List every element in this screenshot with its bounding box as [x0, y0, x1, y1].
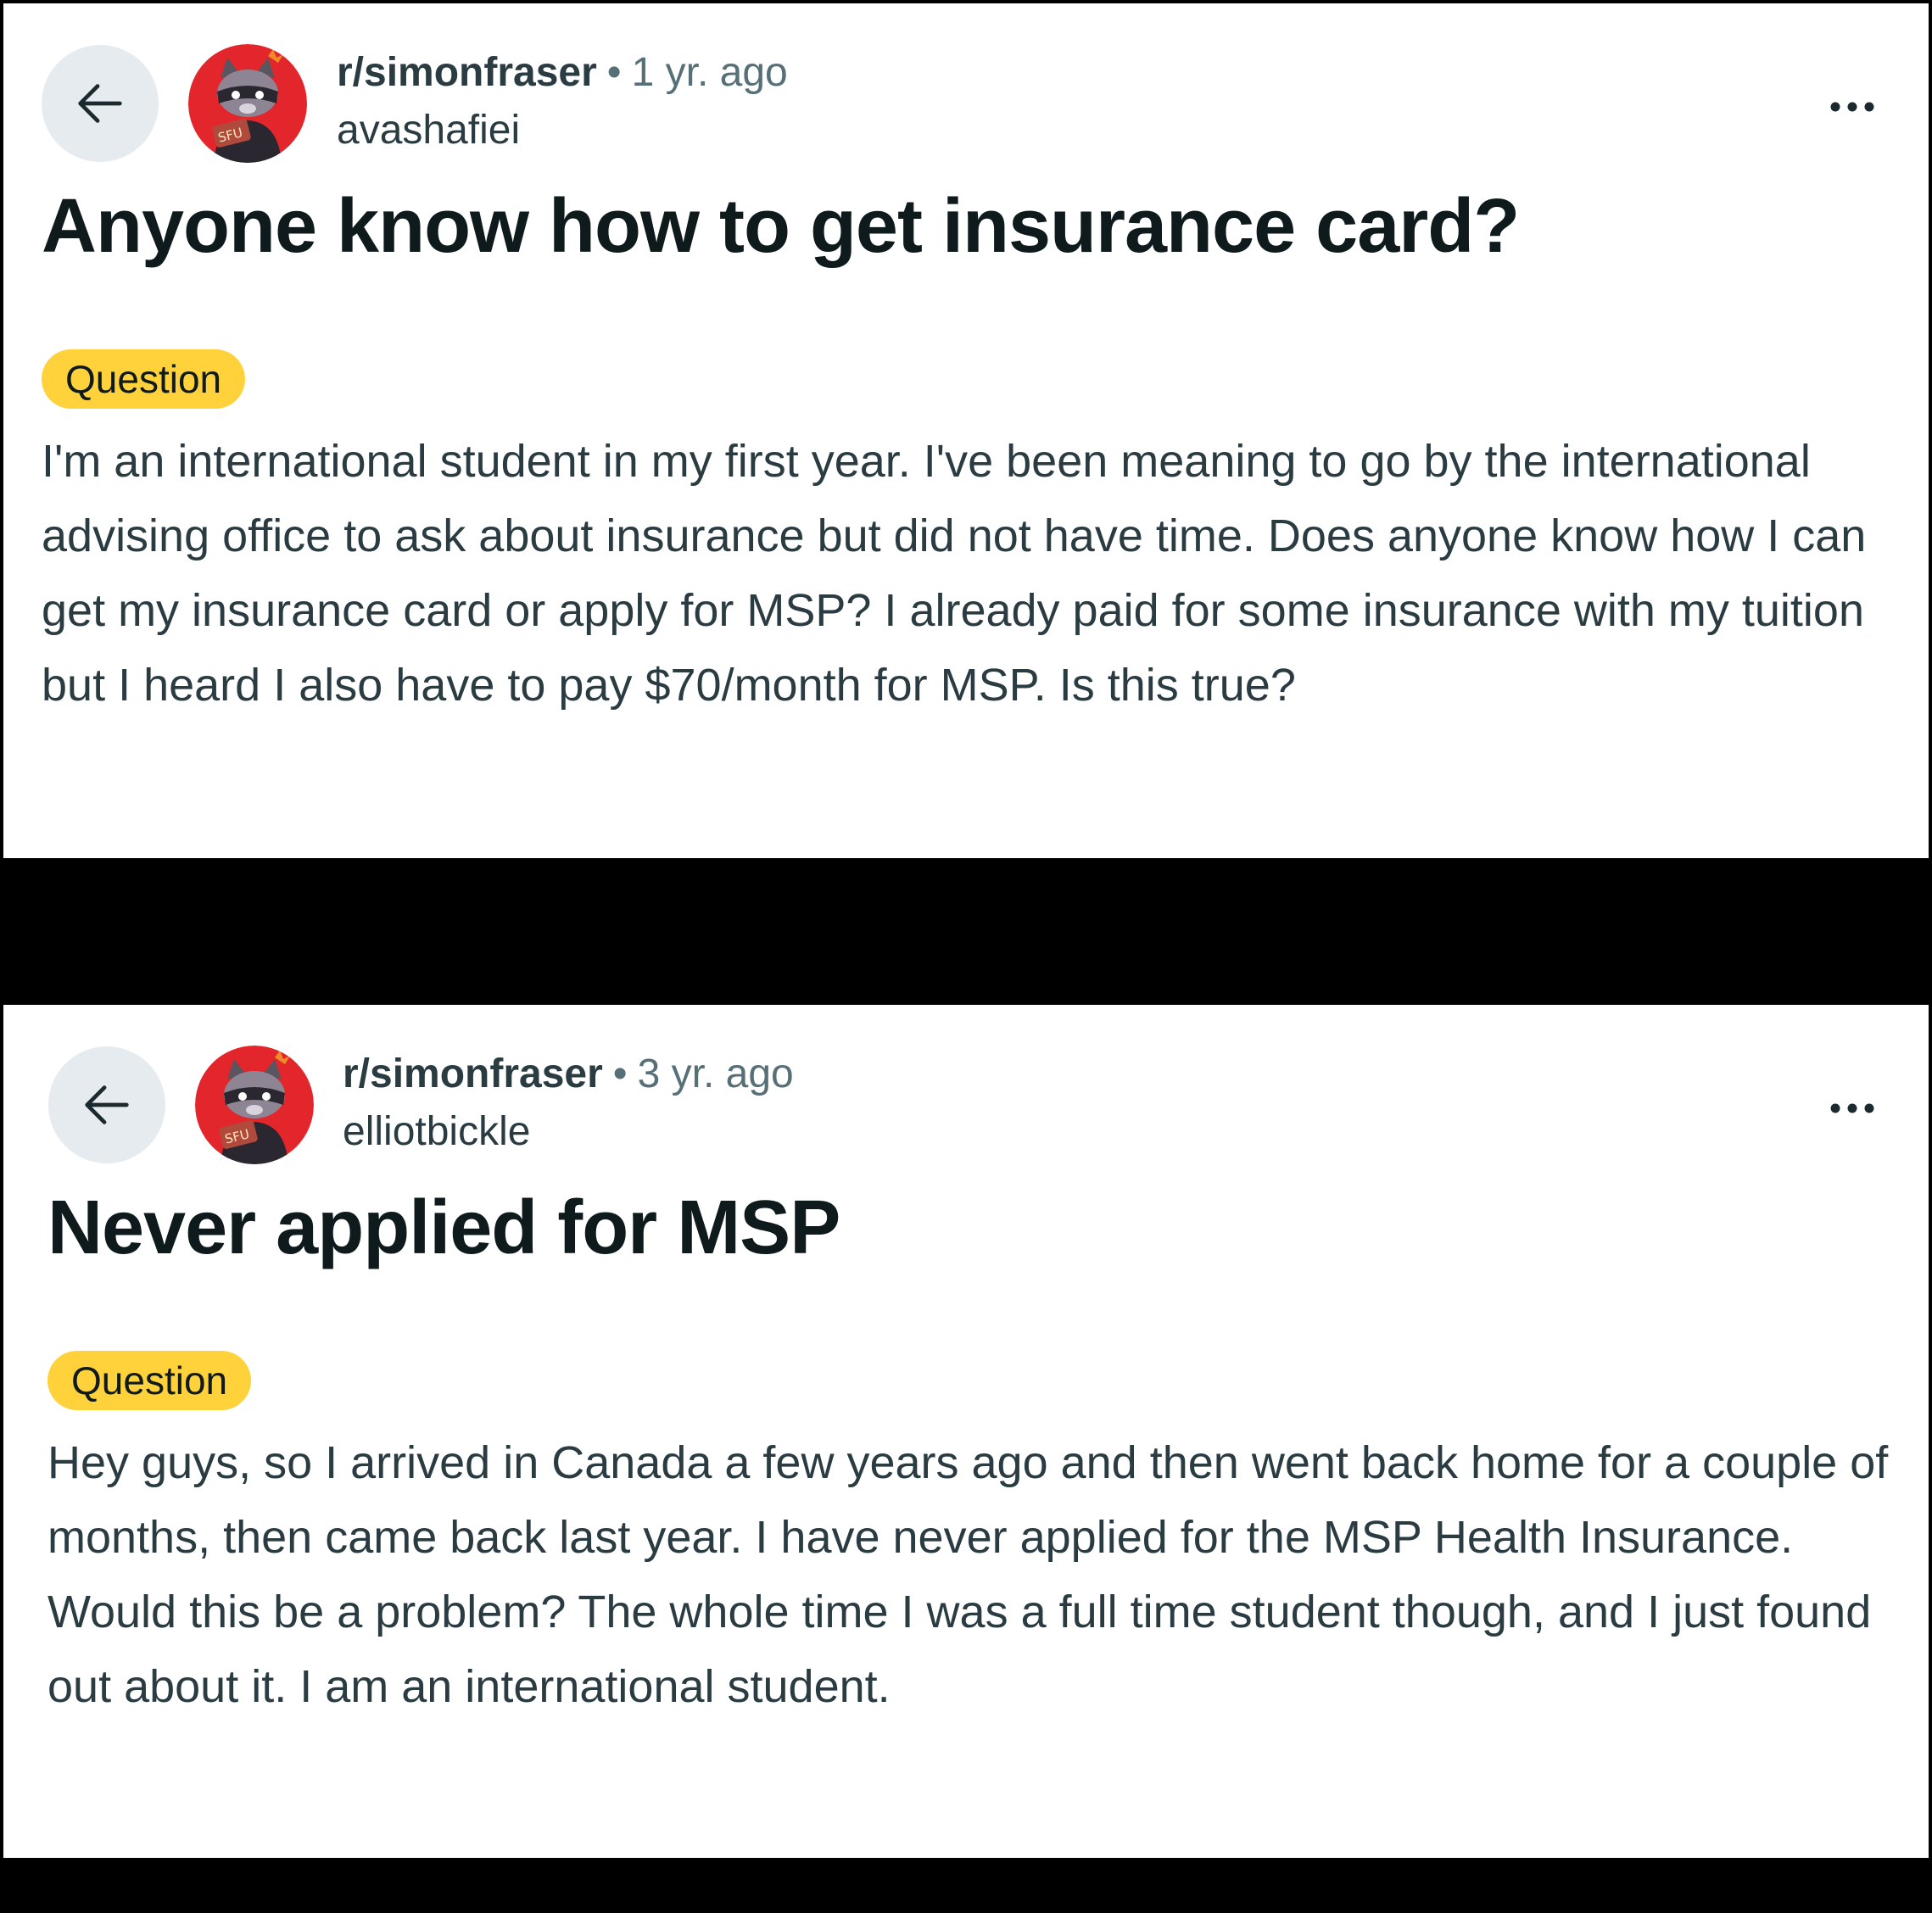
meta-separator: • [606, 50, 622, 95]
post-panel: SFU r/simonfraser • 3 yr. ago elliotbickle… [3, 1005, 1929, 1858]
back-button[interactable] [48, 1046, 165, 1163]
post-meta: r/simonfraser • 1 yr. ago avashafiei [337, 53, 788, 151]
ellipsis-icon [1830, 102, 1874, 112]
post-panel: SFU r/simonfraser • 1 yr. ago avashafiei A… [3, 3, 1929, 858]
post-age: 1 yr. ago [631, 50, 788, 95]
post-body: Hey guys, so I arrived in Canada a few y… [47, 1437, 1889, 1712]
post-age: 3 yr. ago [637, 1051, 794, 1096]
raccoon-mascot-icon: SFU [188, 44, 307, 163]
post-title: Never applied for MSP [47, 1185, 840, 1270]
post-meta: r/simonfraser • 3 yr. ago elliotbickle [343, 1054, 794, 1152]
arrow-left-icon [85, 1085, 129, 1124]
ellipsis-icon [1830, 1103, 1874, 1113]
more-options-button[interactable] [1818, 90, 1886, 124]
flair-badge[interactable]: Question [47, 1351, 252, 1410]
flair-badge[interactable]: Question [42, 349, 246, 409]
subreddit-link[interactable]: r/simonfraser [337, 50, 597, 95]
back-button[interactable] [42, 45, 159, 162]
subreddit-link[interactable]: r/simonfraser [343, 1051, 603, 1096]
subreddit-avatar[interactable]: SFU [195, 1046, 314, 1164]
meta-separator: • [612, 1051, 628, 1096]
post-body: I'm an international student in my first… [42, 436, 1867, 711]
author-link[interactable]: avashafiei [337, 110, 788, 151]
arrow-left-icon [78, 84, 122, 123]
raccoon-mascot-icon: SFU [195, 1046, 314, 1164]
more-options-button[interactable] [1818, 1091, 1886, 1125]
post-title: Anyone know how to get insurance card? [42, 184, 1520, 269]
subreddit-avatar[interactable]: SFU [188, 44, 307, 163]
author-link[interactable]: elliotbickle [343, 1112, 794, 1152]
